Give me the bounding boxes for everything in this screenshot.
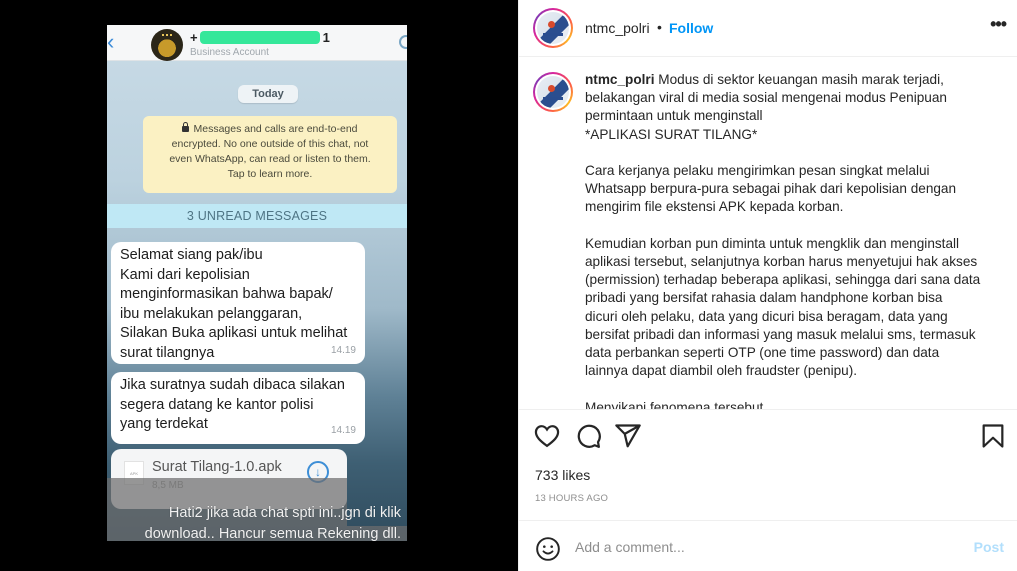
post-timestamp[interactable]: 13 HOURS AGO <box>535 493 608 504</box>
message-line: surat tilangnya <box>120 344 215 361</box>
encryption-notice: Messages and calls are end-to-end encryp… <box>143 116 397 193</box>
message-line: Kami dari kepolisian <box>120 266 250 283</box>
message-bubble: Selamat siang pak/ibu Kami dari kepolisi… <box>111 242 365 364</box>
comment-input[interactable] <box>575 536 955 558</box>
comment-bar: Post <box>519 520 1017 571</box>
message-line: yang terdekat <box>120 416 208 432</box>
author-username[interactable]: ntmc_polri <box>585 20 650 36</box>
phone-icon <box>399 35 407 49</box>
caption-username[interactable]: ntmc_polri <box>585 72 655 87</box>
message-line: Selamat siang pak/ibu <box>120 247 263 263</box>
encryption-line: even WhatsApp, can read or listen to the… <box>169 153 371 165</box>
contact-subtitle: Business Account <box>190 47 269 58</box>
separator-dot: • <box>657 19 662 35</box>
message-line: Jika suratnya sudah dibaca silakan <box>120 377 345 393</box>
contact-prefix: + <box>190 29 198 45</box>
contact-suffix: 1 <box>322 29 330 45</box>
message-line: menginformasikan bahwa bapak/ <box>120 286 333 302</box>
unread-banner: 3 UNREAD MESSAGES <box>107 204 407 228</box>
caption-author-avatar[interactable] <box>533 72 573 112</box>
message-line: ibu melakukan pelanggaran, <box>120 305 303 322</box>
message-time: 14.19 <box>330 344 356 356</box>
contact-name: + 1 <box>190 29 330 45</box>
heart-icon[interactable] <box>533 422 561 450</box>
post-header: ntmc_polri • Follow ••• <box>519 0 1017 57</box>
message-bubble: Jika suratnya sudah dibaca silakan seger… <box>111 372 365 444</box>
comment-icon[interactable] <box>574 422 602 450</box>
chat-header: ‹ + 1 Business Account <box>107 25 407 61</box>
post-media: ‹ + 1 Business Account Today Messages an… <box>0 0 518 571</box>
comments-scroll-area[interactable]: ntmc_polri Modus di sektor keuangan masi… <box>519 58 1017 410</box>
action-bar <box>519 422 1017 452</box>
follow-button[interactable]: Follow <box>669 20 713 36</box>
chevron-left-icon: ‹ <box>107 29 115 54</box>
author-avatar[interactable] <box>533 8 573 48</box>
ntmc-logo <box>537 12 569 44</box>
caption-body: Modus di sektor keuangan masih marak ter… <box>585 72 981 410</box>
more-options-icon[interactable]: ••• <box>990 14 1007 35</box>
encryption-line: encrypted. No one outside of this chat, … <box>171 138 369 150</box>
overlay-caption-line: download.. Hancur semua Rekening dll. <box>144 526 401 541</box>
date-chip: Today <box>238 85 298 103</box>
post-comment-button[interactable]: Post <box>974 539 1004 555</box>
overlay-caption-line: Hati2 jika ada chat spti ini..jgn di kli… <box>168 505 401 521</box>
redaction-mark <box>199 30 320 44</box>
lock-icon <box>182 122 190 132</box>
emoji-icon[interactable] <box>535 536 561 562</box>
bookmark-icon[interactable] <box>979 422 1007 450</box>
message-line: Silakan Buka aplikasi untuk melihat <box>120 325 348 341</box>
post-sidebar: ntmc_polri • Follow ••• ntmc_polri Modus… <box>518 0 1017 571</box>
file-name: Surat Tilang-1.0.apk <box>152 459 282 475</box>
overlay-caption: Hati2 jika ada chat spti ini..jgn di kli… <box>107 503 405 541</box>
message-time: 14.19 <box>330 424 356 436</box>
send-icon[interactable] <box>614 422 642 450</box>
instagram-post-view: ‹ + 1 Business Account Today Messages an… <box>0 0 1017 571</box>
post-caption: ntmc_polri Modus di sektor keuangan masi… <box>585 71 1000 410</box>
likes-count[interactable]: 733 likes <box>535 467 590 483</box>
whatsapp-screenshot: ‹ + 1 Business Account Today Messages an… <box>107 25 407 541</box>
contact-avatar <box>151 29 183 61</box>
message-line: segera datang ke kantor polisi <box>120 396 314 413</box>
encryption-line: Tap to learn more. <box>227 168 313 180</box>
encryption-line: Messages and calls are end-to-end <box>193 123 358 135</box>
ntmc-logo <box>537 76 569 108</box>
